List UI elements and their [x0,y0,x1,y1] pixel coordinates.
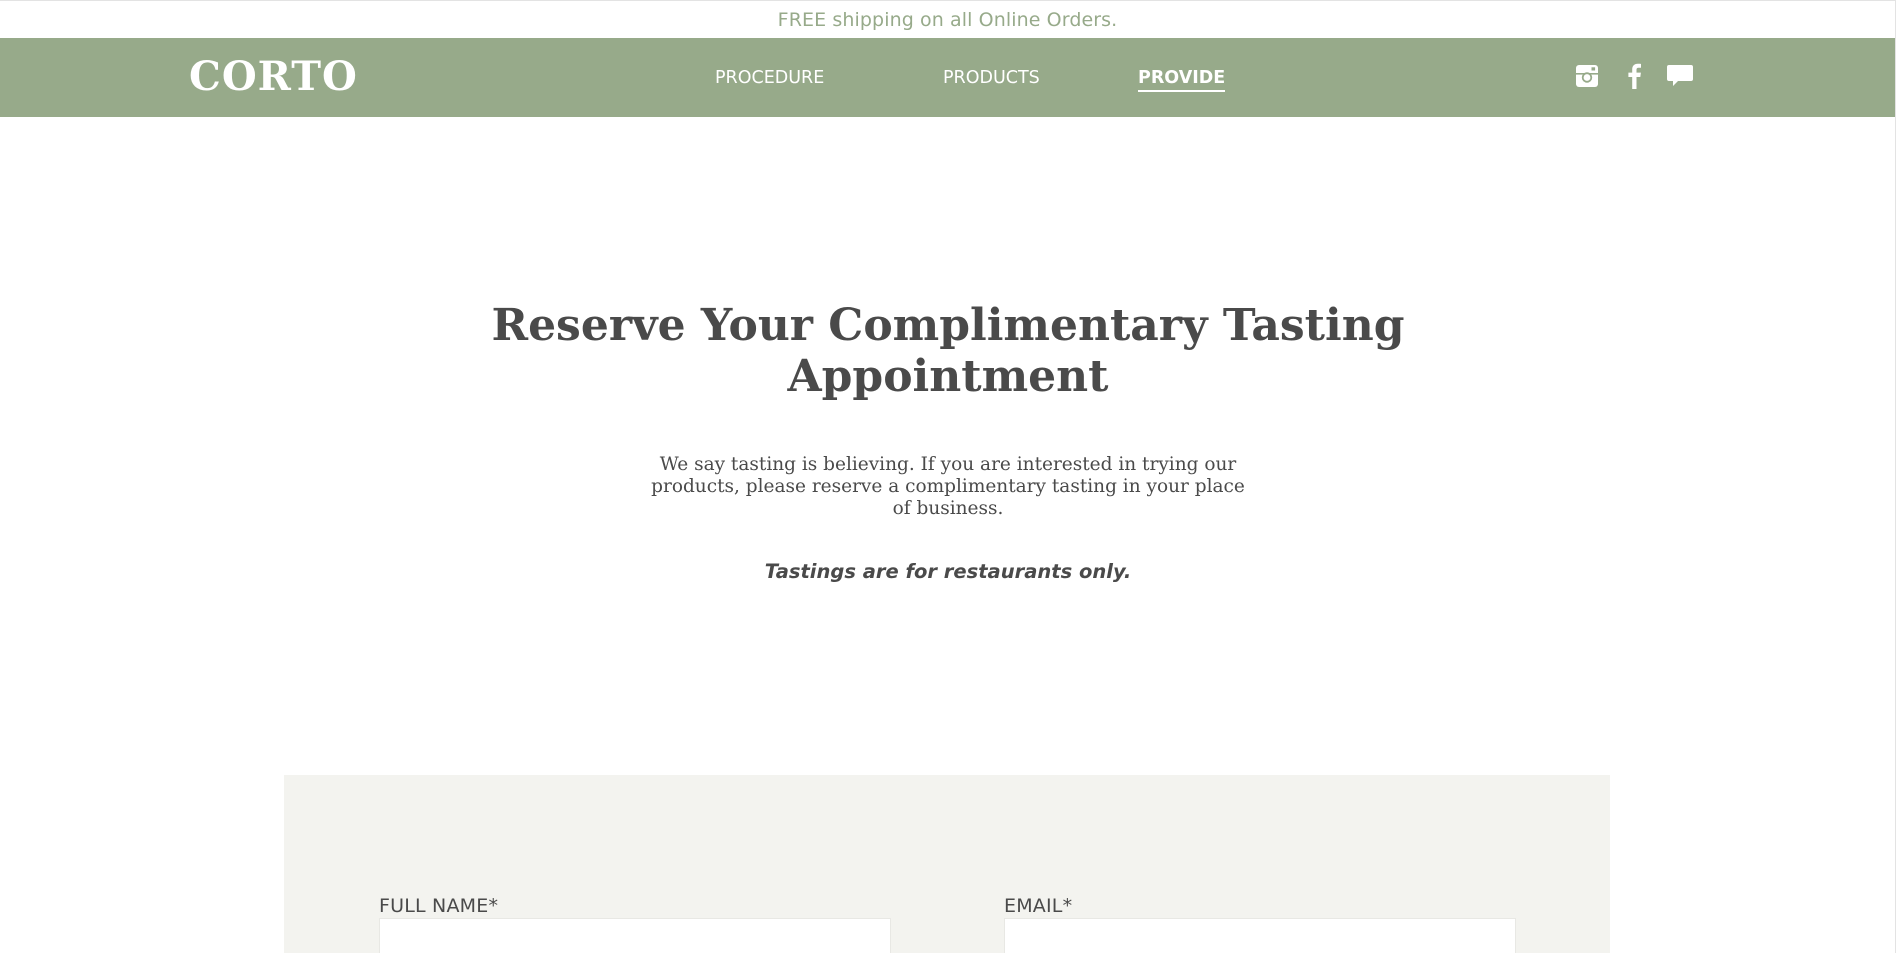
promo-banner: FREE shipping on all Online Orders. [0,0,1895,38]
instagram-icon[interactable] [1573,62,1601,90]
site-logo[interactable]: CORTO [189,55,358,99]
tasting-form: FULL NAME* EMAIL* [284,775,1610,953]
restaurants-note: Tastings are for restaurants only. [764,560,1132,583]
nav-item-provide[interactable]: PROVIDE [1138,67,1226,92]
nav-item-products[interactable]: PRODUCTS [943,67,1040,89]
facebook-icon[interactable] [1620,62,1648,90]
full-name-label: FULL NAME* [379,895,499,917]
full-name-field[interactable] [379,918,891,953]
site-header: CORTO PROCEDURE PRODUCTS PROVIDE [0,38,1895,117]
chat-icon[interactable] [1666,62,1694,90]
email-label: EMAIL* [1004,895,1073,917]
page-title: Reserve Your Complimentary Tasting Appoi… [491,300,1405,402]
nav-item-procedure[interactable]: PROCEDURE [715,67,824,89]
intro-text: We say tasting is believing. If you are … [651,454,1245,519]
email-field[interactable] [1004,918,1516,953]
promo-text: FREE shipping on all Online Orders. [777,8,1118,31]
